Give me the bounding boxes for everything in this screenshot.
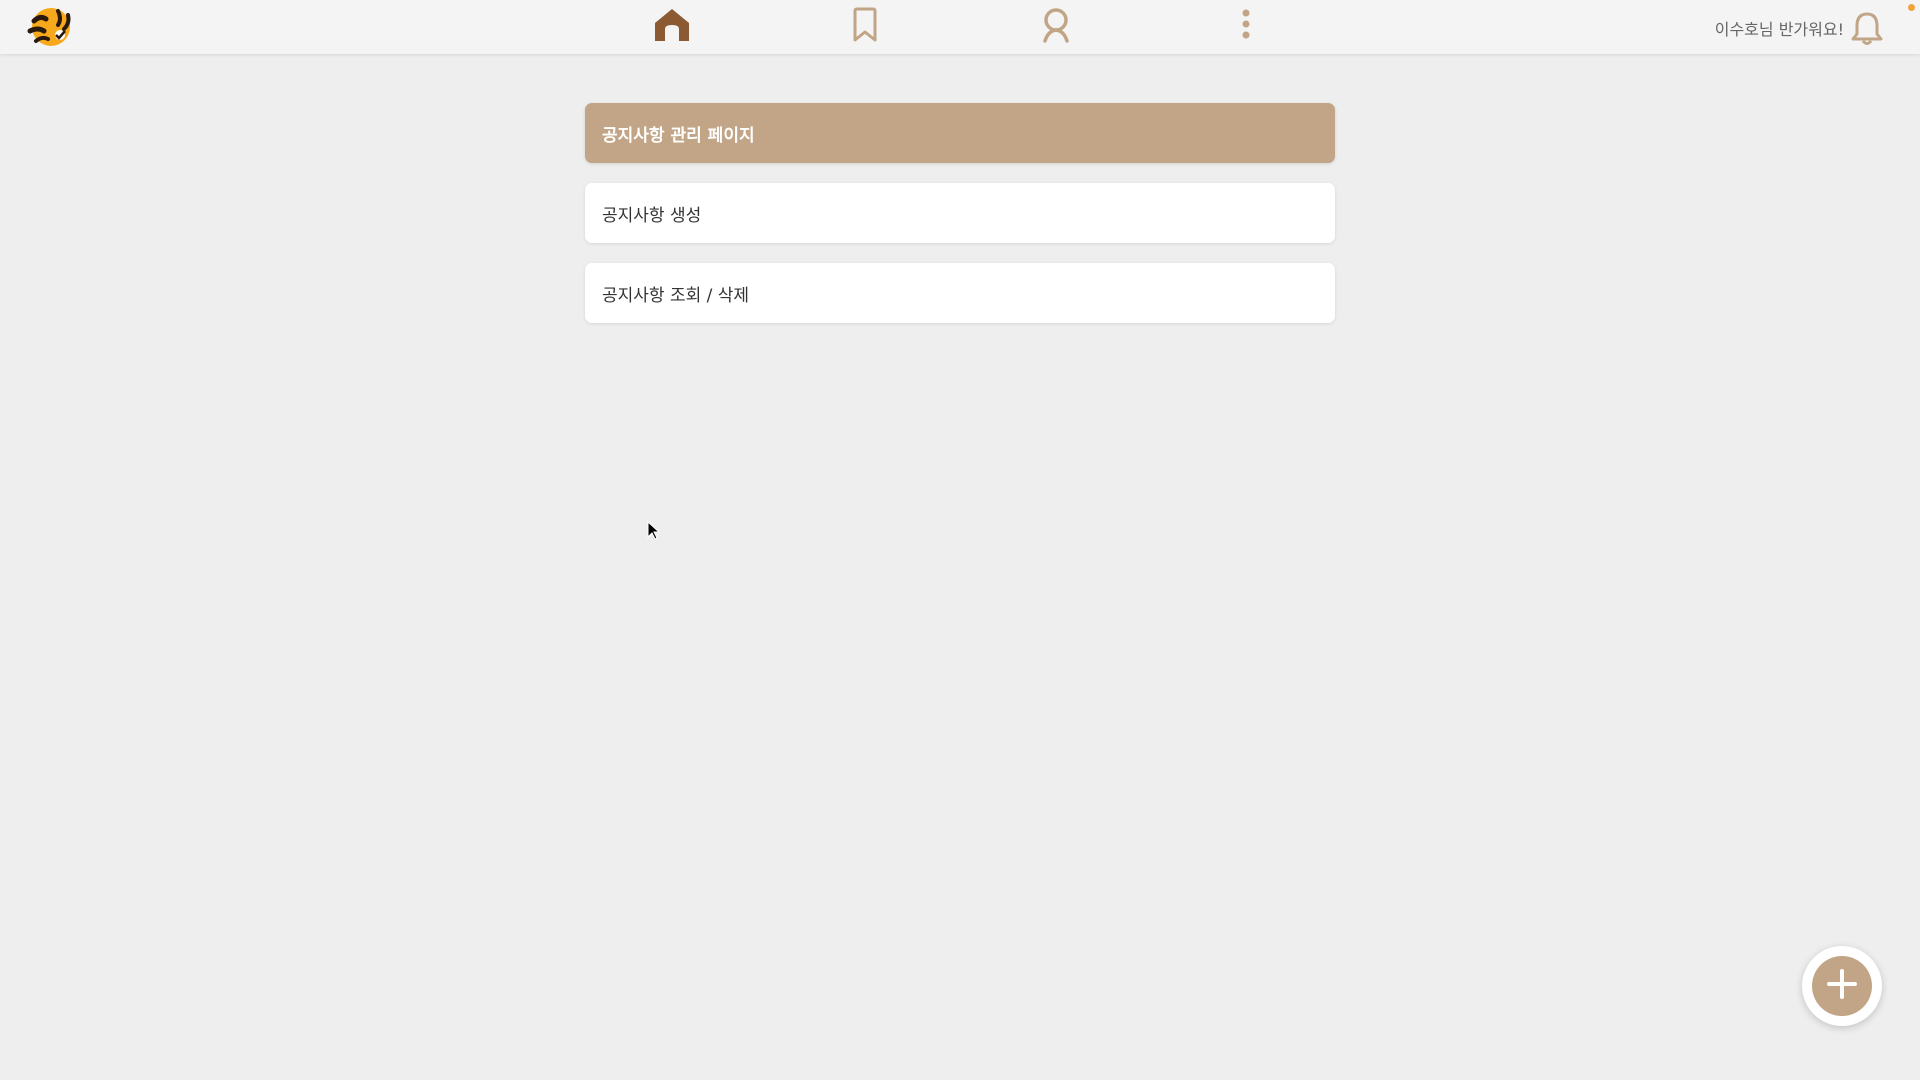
menu-view-delete-notice[interactable]: 공지사항 조회 / 삭제: [585, 263, 1335, 323]
add-floating-button[interactable]: [1802, 946, 1882, 1026]
mouse-cursor-icon: [647, 520, 661, 541]
nav-home-button[interactable]: [650, 7, 694, 47]
home-icon: [653, 7, 691, 47]
nav-bookmark-button[interactable]: [843, 7, 887, 47]
notice-admin-panel: 공지사항 관리 페이지 공지사항 생성 공지사항 조회 / 삭제: [585, 103, 1335, 323]
page-title-card: 공지사항 관리 페이지: [585, 103, 1335, 163]
menu-item-label: 공지사항 조회 / 삭제: [602, 285, 750, 306]
top-navigation-bar: 이수호님 반가워요!: [0, 0, 1920, 54]
nav-more-button[interactable]: [1224, 7, 1268, 47]
nav-profile-button[interactable]: [1034, 7, 1078, 47]
page-title: 공지사항 관리 페이지: [602, 125, 755, 146]
more-vertical-icon: [1240, 8, 1252, 46]
profile-icon: [1040, 7, 1072, 47]
tiger-logo-icon[interactable]: [22, 5, 80, 49]
bell-icon[interactable]: [1850, 10, 1884, 46]
fab-circle: [1812, 956, 1872, 1016]
menu-create-notice[interactable]: 공지사항 생성: [585, 183, 1335, 243]
bookmark-icon: [850, 7, 880, 47]
notification-dot: [1908, 4, 1915, 11]
plus-icon: [1826, 968, 1858, 1004]
menu-item-label: 공지사항 생성: [602, 205, 702, 226]
user-greeting: 이수호님 반가워요!: [1714, 20, 1844, 39]
